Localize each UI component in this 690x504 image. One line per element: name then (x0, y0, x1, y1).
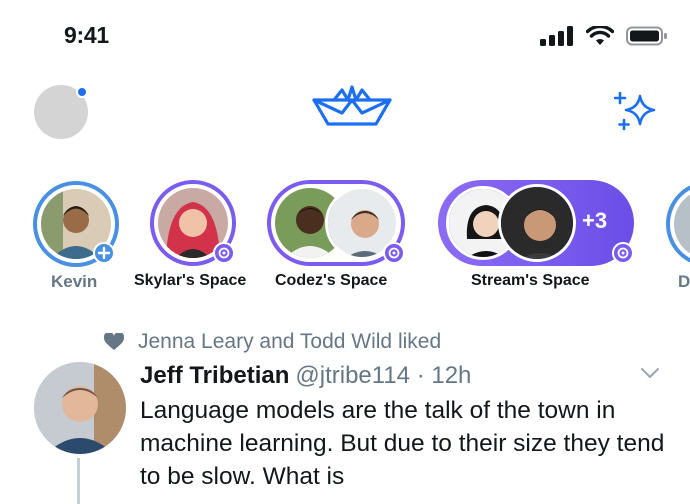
tweet-header: Jeff Tribetian @jtribe114 · 12h (140, 362, 471, 390)
fleet-label: D (678, 272, 690, 291)
fleets-strip: Kevin Skylar's Space Codez's Space +3 St… (0, 178, 690, 298)
fleet-label: Skylar's Space (134, 272, 247, 289)
space-icon (383, 242, 405, 264)
status-time: 9:41 (64, 22, 109, 48)
tweet-author-name[interactable]: Jeff Tribetian (140, 362, 289, 390)
thread-line (77, 458, 80, 504)
more-count: +3 (582, 208, 608, 233)
fleet-item-skylar-space[interactable]: Skylar's Space (134, 178, 246, 298)
notification-dot (76, 86, 88, 98)
fleet-item-stream-space[interactable]: +3 Stream's Space (438, 178, 638, 298)
battery-icon (626, 26, 667, 46)
fleet-label: Codez's Space (275, 272, 388, 289)
wifi-icon (586, 26, 614, 45)
fleet-label: Kevin (51, 272, 98, 291)
tweet-author-avatar[interactable] (34, 362, 126, 454)
fleet-item-codez-space[interactable]: Codez's Space (267, 178, 407, 298)
fleet-item-partial[interactable]: D (666, 178, 690, 298)
fleet-item-kevin[interactable]: Kevin (33, 178, 121, 298)
paper-boat-icon[interactable] (312, 84, 392, 128)
sparkle-icon[interactable] (614, 92, 658, 132)
chevron-down-icon[interactable] (640, 366, 660, 380)
space-icon (612, 242, 634, 264)
signal-icon (540, 26, 573, 46)
social-context-text[interactable]: Jenna Leary and Todd Wild liked (138, 330, 441, 354)
space-icon (213, 242, 235, 264)
avatar (498, 184, 576, 262)
tweet-text: Language models are the talk of the town… (140, 397, 665, 490)
fleet-label: Stream's Space (471, 272, 590, 289)
tweet-handle-time[interactable]: @jtribe114 · 12h (295, 362, 471, 390)
heart-icon (104, 333, 124, 350)
social-context: Jenna Leary and Todd Wild liked (104, 330, 441, 354)
add-fleet-icon[interactable] (93, 242, 115, 264)
status-icons (540, 26, 668, 46)
